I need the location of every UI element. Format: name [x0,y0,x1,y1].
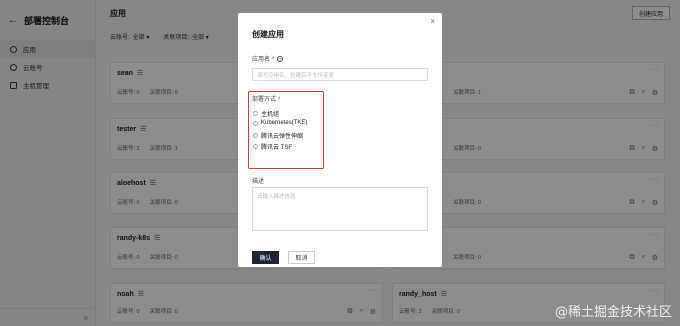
description-label: 描述 [252,179,265,185]
create-app-dialog: × 创建应用 应用名 *? 填写应用名，创建后不支持变更 部署方式 * 主机组 Ku… [238,13,442,267]
deploy-method-label: 部署方式 * [252,97,281,103]
radio-icon [253,111,258,116]
help-icon[interactable]: ? [277,56,284,62]
close-icon[interactable]: × [430,17,435,26]
dialog-title: 创建应用 [252,30,284,39]
watermark: @稀土掘金技术社区 [554,305,672,320]
description-textarea[interactable]: 请输入描述信息 [252,187,428,231]
deploy-option-tke[interactable]: Kubernetes(TKE) [253,120,307,126]
confirm-button[interactable]: 确认 [252,251,279,264]
app-name-input[interactable]: 填写应用名，创建后不支持变更 [252,68,428,81]
radio-icon [253,144,258,149]
deploy-option-auto-scaling[interactable]: 腾讯云弹性伸缩 [253,131,303,140]
deploy-option-tsf[interactable]: 腾讯云 TSF [253,142,292,151]
deploy-option-host-group[interactable]: 主机组 [253,109,279,118]
radio-icon [253,120,258,126]
app-name-label: 应用名 *? [252,56,284,63]
radio-icon [253,133,258,138]
cancel-button[interactable]: 取消 [288,251,315,264]
